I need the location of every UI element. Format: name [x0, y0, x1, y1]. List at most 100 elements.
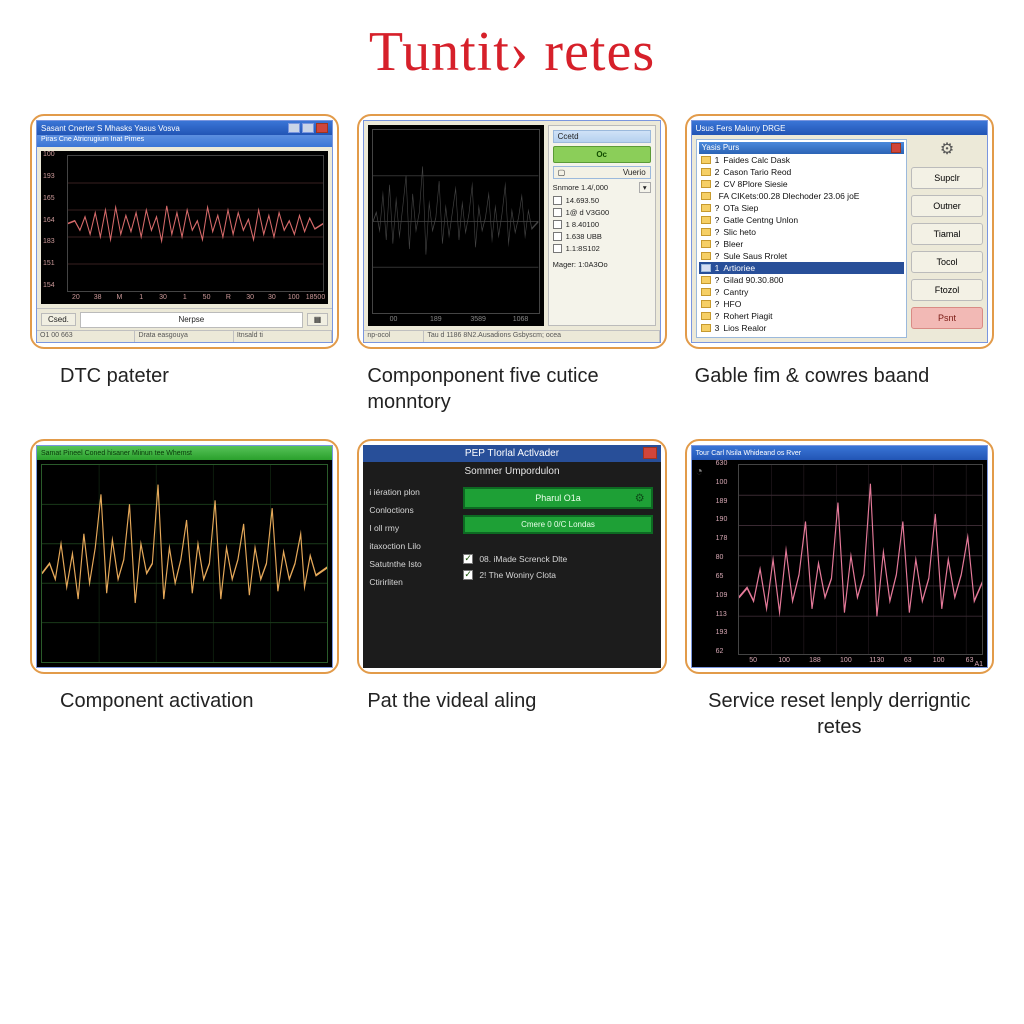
- side-menu-label: Vuerio: [623, 168, 646, 177]
- folder-icon: [701, 312, 711, 320]
- tree-item[interactable]: ?Sule Saus Rrolet: [699, 250, 904, 262]
- x-axis-unit: А1: [974, 661, 983, 667]
- tree-item[interactable]: 1Artioriee: [699, 262, 904, 274]
- check-row[interactable]: 2! The Woniny Clota: [463, 570, 652, 580]
- nav-item[interactable]: Satutnthe Isto: [369, 559, 449, 569]
- dropdown-icon[interactable]: ▾: [639, 182, 651, 193]
- tree-btn-0[interactable]: Supclr: [911, 167, 983, 189]
- checkbox[interactable]: [553, 220, 562, 229]
- tree-item[interactable]: ?Gatle Centng Unlon: [699, 214, 904, 226]
- tree-item-num: 1: [715, 263, 720, 273]
- ytick: 193: [43, 173, 67, 195]
- xtick: 100: [830, 657, 861, 667]
- xtick: 189: [415, 316, 457, 326]
- tree-item[interactable]: ?Slic heto: [699, 226, 904, 238]
- checkbox[interactable]: [553, 244, 562, 253]
- tree-view[interactable]: Yasis Purs 1Faides Calc Dask2Cason Tario…: [696, 139, 907, 338]
- panel2-statusbar: np-ocol Tau d 1186 8N2.Ausadions Gsbyscm…: [364, 330, 659, 342]
- ok-button[interactable]: Oc: [553, 146, 651, 163]
- check-row[interactable]: 08. iMade Screnck Dlte: [463, 554, 652, 564]
- panel6-titlebar[interactable]: Tour Carl Nsila Whideand os Rver: [692, 446, 987, 460]
- tree-item[interactable]: ?Gilad 90.30.800: [699, 274, 904, 286]
- panel5-nav: i iération plon Conloctions I oll rmy it…: [363, 481, 455, 668]
- panel1-icon-btn[interactable]: ▦: [307, 313, 329, 326]
- ytick: 190: [716, 516, 740, 535]
- checkbox[interactable]: [553, 196, 562, 205]
- tree-item[interactable]: 1Faides Calc Dask: [699, 154, 904, 166]
- tree-item[interactable]: 2CV 8Plore Siesie: [699, 178, 904, 190]
- panel1-caption: DTC pateter: [30, 363, 339, 389]
- tree-btn-3[interactable]: Tocol: [911, 251, 983, 273]
- close-icon[interactable]: [316, 123, 328, 133]
- panel5-secondary-btn[interactable]: Cmere 0 0/C Londas: [463, 515, 652, 534]
- panel1-titlebar[interactable]: Sasant Cnerter S Mhasks Yasus Vosva: [37, 121, 332, 135]
- tree-item-num: ?: [715, 251, 720, 261]
- ytick: 189: [716, 498, 740, 517]
- minimize-icon[interactable]: [626, 133, 635, 141]
- tree-item-label: Cantry: [723, 287, 748, 297]
- status-cell: O1 00 663: [37, 331, 135, 342]
- minimize-icon[interactable]: [288, 123, 300, 133]
- close-icon[interactable]: [643, 447, 657, 459]
- folder-icon: [701, 192, 711, 200]
- tree-item-num: ?: [715, 275, 720, 285]
- tree-item[interactable]: ?Bleer: [699, 238, 904, 250]
- panel-pep-activator: PEP TIorlal Actlvader Sommer Umpordulon …: [357, 439, 666, 674]
- nav-item[interactable]: I oll rmy: [369, 523, 449, 533]
- side-field: Snmore 1.4/,000: [553, 183, 608, 192]
- tree-item[interactable]: ?Cantry: [699, 286, 904, 298]
- checkbox-icon[interactable]: [463, 570, 473, 580]
- folder-icon: [701, 300, 711, 308]
- tree-item[interactable]: ?Rohert Piagit: [699, 310, 904, 322]
- xtick: 63: [892, 657, 923, 667]
- panel2-side-header[interactable]: Ccetd: [553, 130, 651, 143]
- close-icon[interactable]: [637, 133, 646, 141]
- xtick: 30: [261, 294, 283, 304]
- tree-item-label: FA CIKets:00.28 Dlechoder 23.06 joE: [719, 191, 860, 201]
- tree-item-num: ?: [715, 287, 720, 297]
- xtick: M: [109, 294, 131, 304]
- side-header-label: Ccetd: [558, 132, 579, 141]
- tree-item-label: Cason Tario Reod: [723, 167, 791, 177]
- ytick: 154: [43, 282, 67, 304]
- panel4-toolbar[interactable]: Samat Pineel Coned hisaner Miinun tee Wh…: [37, 446, 332, 460]
- tree-item-num: ?: [715, 299, 720, 309]
- tree-item[interactable]: ?OTa Siep: [699, 202, 904, 214]
- tree-item[interactable]: 2Cason Tario Reod: [699, 166, 904, 178]
- panel1-name-field[interactable]: Nerpse: [80, 312, 303, 328]
- tree-item-label: Lios Realor: [723, 323, 766, 333]
- ytick: 80: [716, 554, 740, 573]
- tree-item[interactable]: FA CIKets:00.28 Dlechoder 23.06 joE: [699, 190, 904, 202]
- checkbox-icon[interactable]: [463, 554, 473, 564]
- folder-icon: [701, 252, 711, 260]
- maximize-icon[interactable]: [302, 123, 314, 133]
- panel3-titlebar[interactable]: Usus Fers Maluny DRGE: [692, 121, 987, 135]
- tree-item-label: CV 8Plore Siesie: [723, 179, 787, 189]
- gear-icon[interactable]: ⚙: [940, 139, 954, 159]
- close-icon[interactable]: [891, 143, 901, 153]
- panel-component-activation: Samat Pineel Coned hisaner Miinun tee Wh…: [30, 439, 339, 674]
- ytick: 193: [716, 629, 740, 648]
- side-field: 1@ d V3G00: [566, 208, 609, 217]
- nav-item[interactable]: Conloctions: [369, 505, 449, 515]
- nav-item[interactable]: i iération plon: [369, 487, 449, 497]
- xtick: 100: [283, 294, 305, 304]
- tree-btn-2[interactable]: Tiamal: [911, 223, 983, 245]
- side-field: 1.1:8S102: [566, 244, 600, 253]
- tree-btn-red[interactable]: Psnt: [911, 307, 983, 329]
- tree-item[interactable]: 3Lios Realor: [699, 322, 904, 334]
- tree-btn-1[interactable]: Outner: [911, 195, 983, 217]
- tree-item-label: OTa Siep: [723, 203, 758, 213]
- nav-item[interactable]: itaxoction Lilo: [369, 541, 449, 551]
- tree-item[interactable]: ?HFO: [699, 298, 904, 310]
- side-field: 1.638 UBB: [566, 232, 602, 241]
- checkbox[interactable]: [553, 208, 562, 217]
- tree-btn-4[interactable]: Ftozol: [911, 279, 983, 301]
- checkbox[interactable]: [553, 232, 562, 241]
- folder-icon: [701, 264, 711, 272]
- panel1-left-btn[interactable]: Csed.: [41, 313, 76, 326]
- panel4-caption: Component activation: [30, 688, 339, 714]
- panel5-primary-btn[interactable]: Pharul O1a ⚙: [463, 487, 652, 509]
- panel5-titlebar[interactable]: PEP TIorlal Actlvader: [363, 445, 660, 462]
- nav-item[interactable]: Ctirirliten: [369, 577, 449, 587]
